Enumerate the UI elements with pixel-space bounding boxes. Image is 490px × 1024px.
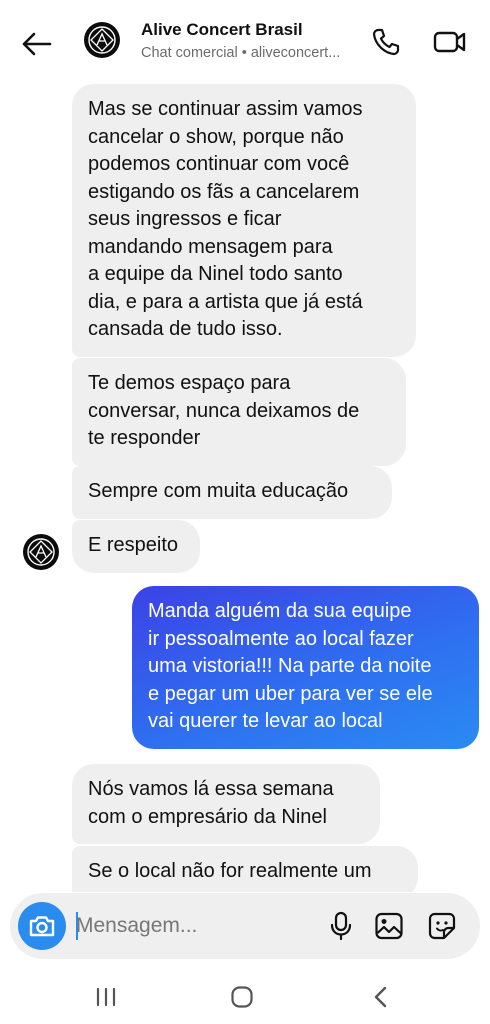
alive-logo-icon	[27, 538, 55, 566]
sticker-button[interactable]	[424, 908, 460, 944]
image-icon	[375, 912, 403, 940]
contact-info[interactable]: Alive Concert Brasil Chat comercial • al…	[141, 20, 361, 61]
recent-apps-button[interactable]	[84, 980, 128, 1014]
microphone-icon	[330, 911, 352, 941]
message-bubble[interactable]: Mas se continuar assim vamos cancelar o …	[72, 84, 416, 357]
message-bubble-outgoing[interactable]: Manda alguém da sua equipe ir pessoalmen…	[132, 586, 479, 749]
video-camera-icon	[433, 31, 466, 53]
camera-button[interactable]	[18, 902, 66, 950]
message-bubble[interactable]: Nós vamos lá essa semana com o empresári…	[72, 764, 380, 844]
voice-call-button[interactable]	[366, 22, 406, 62]
phone-icon	[372, 28, 400, 56]
back-chevron-icon	[374, 986, 387, 1008]
back-button[interactable]	[16, 24, 56, 64]
message-list[interactable]: Mas se continuar assim vamos cancelar o …	[0, 84, 490, 892]
message-composer	[10, 893, 480, 959]
message-bubble[interactable]: E respeito	[72, 520, 200, 573]
video-call-button[interactable]	[430, 22, 470, 62]
contact-avatar[interactable]	[84, 22, 120, 58]
gallery-button[interactable]	[371, 908, 407, 944]
message-bubble[interactable]: Te demos espaço para conversar, nunca de…	[72, 358, 406, 466]
camera-icon	[29, 916, 55, 937]
recent-apps-icon	[96, 987, 116, 1007]
alive-logo-icon	[88, 26, 116, 54]
voice-message-button[interactable]	[323, 908, 359, 944]
system-navigation-bar	[0, 964, 490, 1024]
sticker-icon	[428, 912, 456, 940]
message-bubble[interactable]: Se o local não for realmente um	[72, 846, 418, 892]
contact-subtitle: Chat comercial • aliveconcert...	[141, 45, 341, 61]
system-back-button[interactable]	[358, 980, 402, 1014]
home-button[interactable]	[220, 980, 264, 1014]
chat-header: Alive Concert Brasil Chat comercial • al…	[0, 0, 490, 84]
message-input[interactable]	[76, 911, 306, 941]
sender-avatar[interactable]	[23, 534, 59, 570]
arrow-left-icon	[22, 32, 52, 56]
contact-name: Alive Concert Brasil	[141, 20, 303, 39]
message-bubble[interactable]: Sempre com muita educação	[72, 466, 392, 519]
home-icon	[231, 986, 253, 1008]
